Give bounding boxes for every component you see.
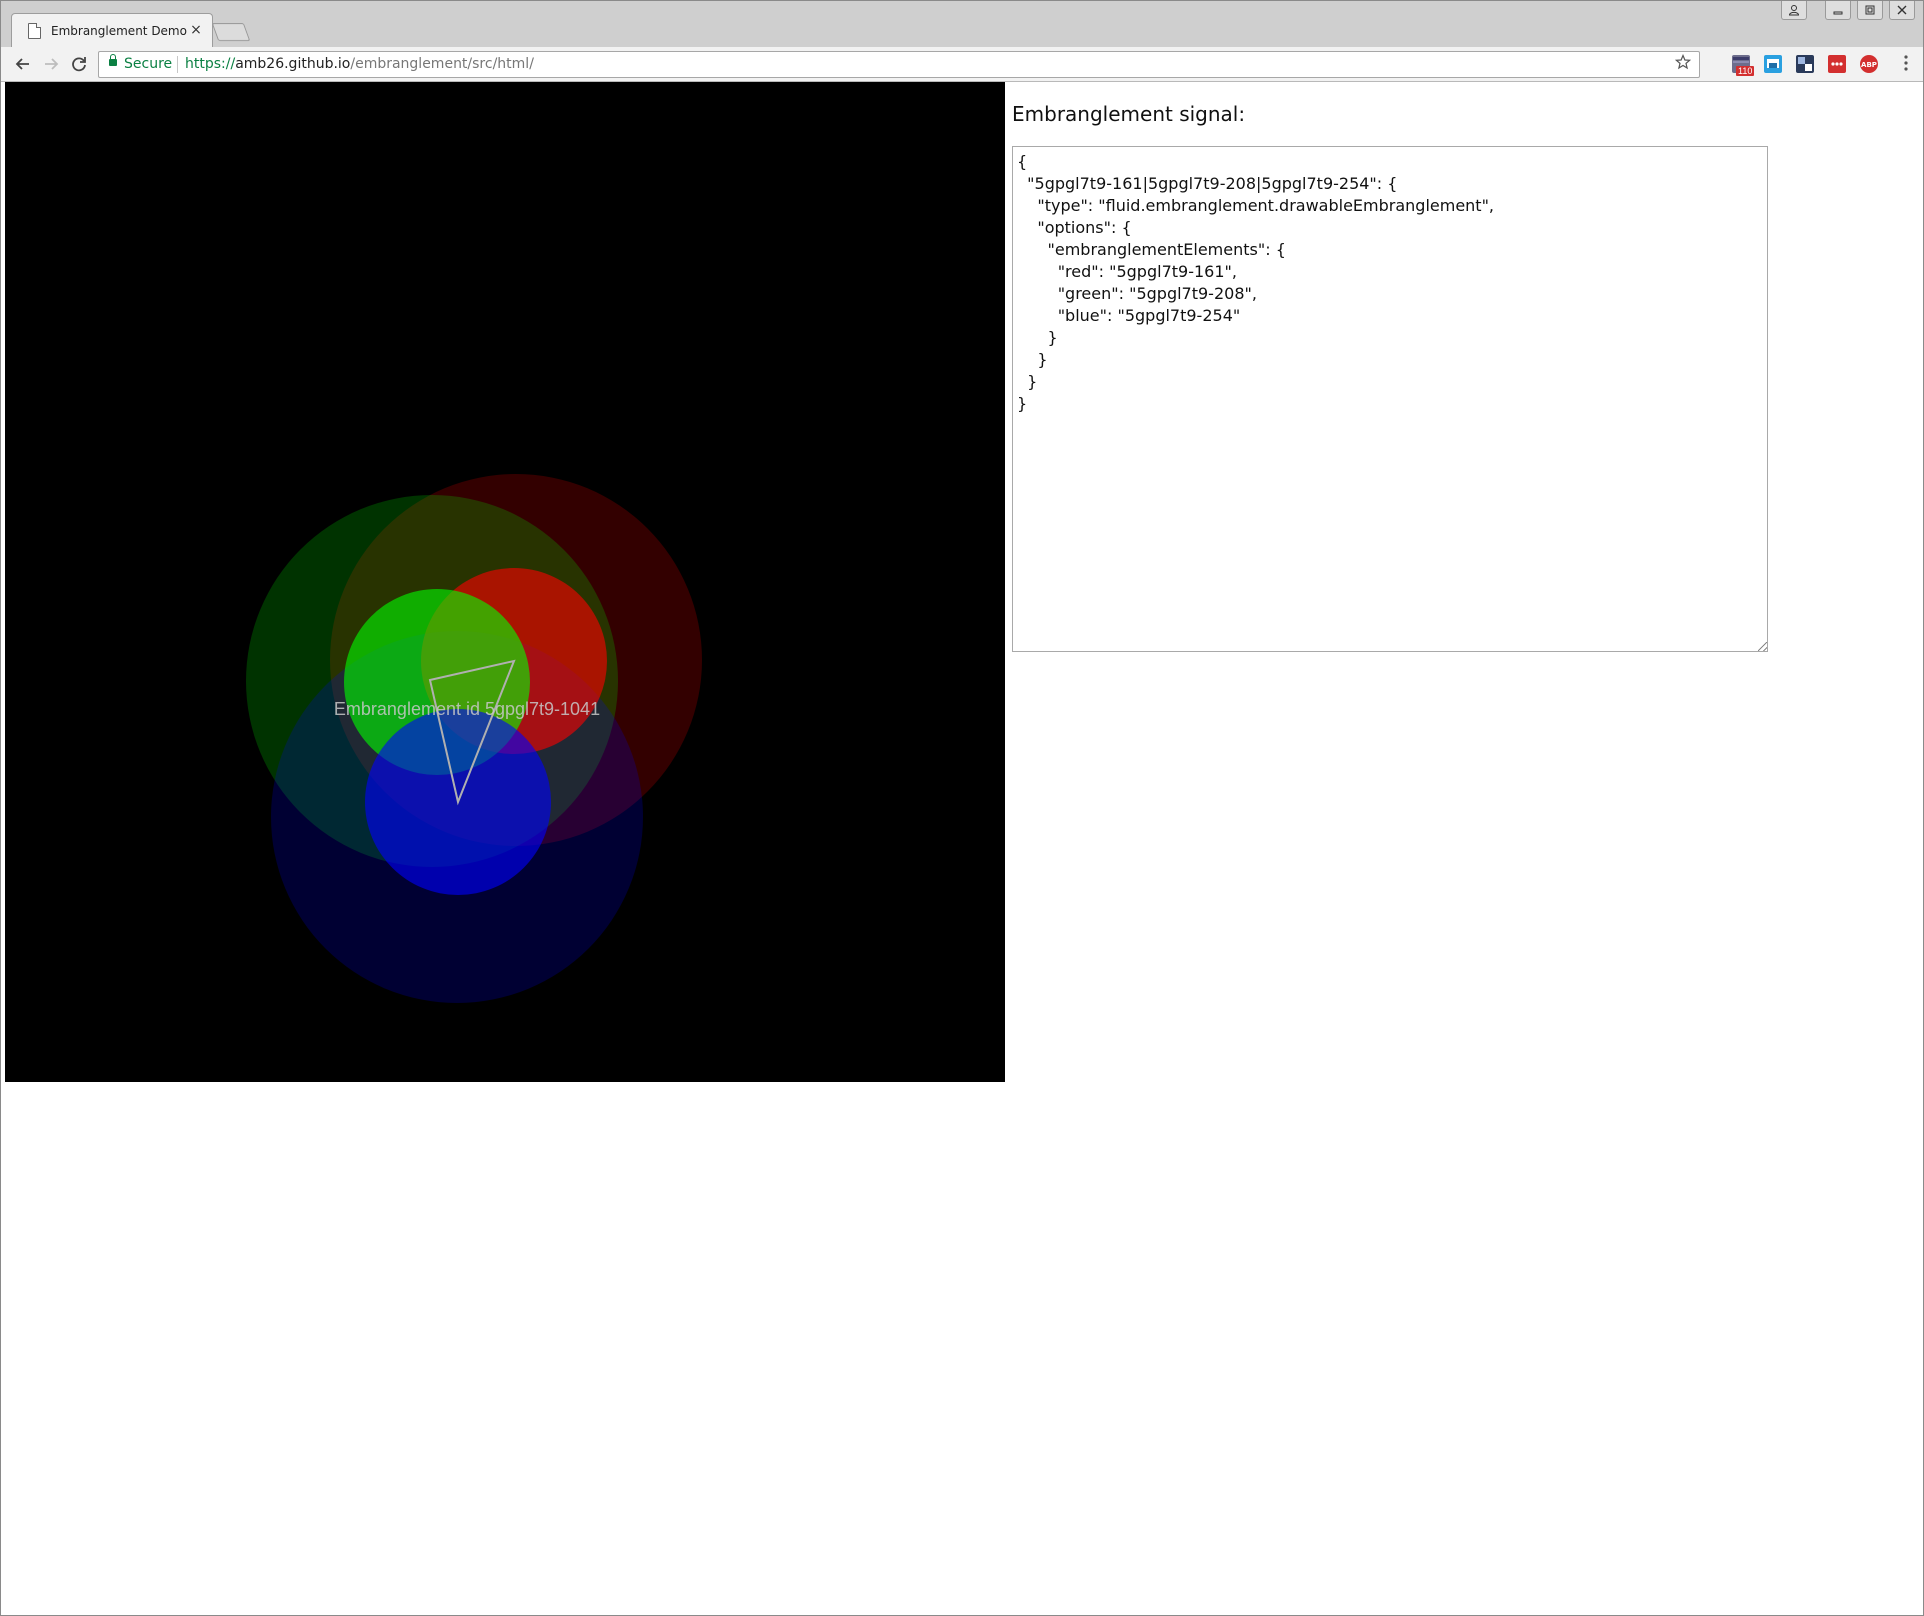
extension-badge: 110 [1736, 66, 1755, 76]
browser-toolbar: Secure https://amb26.github.io/embrangle… [1, 47, 1923, 82]
reload-icon[interactable] [68, 53, 90, 75]
kebab-menu-icon[interactable] [1903, 53, 1909, 78]
star-icon[interactable] [1674, 53, 1692, 74]
tab-embranglement-demo[interactable]: Embranglement Demo × [11, 13, 213, 48]
tab-content: Embranglement Demo [28, 22, 187, 40]
tiles-extension-icon[interactable] [1796, 55, 1814, 73]
tab-title: Embranglement Demo [51, 24, 187, 38]
page-icon [28, 23, 41, 39]
embranglement-canvas[interactable]: Embranglement id 5gpgl7t9-1041 [5, 82, 1005, 1082]
signal-json-textarea[interactable]: { "5gpgl7t9-161|5gpgl7t9-208|5gpgl7t9-25… [1012, 146, 1768, 652]
restore-icon[interactable] [1857, 1, 1883, 20]
url-host: amb26.github.io [235, 56, 351, 72]
lock-icon [109, 54, 117, 66]
address-bar[interactable]: Secure https://amb26.github.io/embrangle… [98, 51, 1700, 78]
tab-close-icon[interactable]: × [188, 22, 204, 38]
new-tab-button[interactable] [211, 23, 251, 41]
url-text[interactable]: https://amb26.github.io/embranglement/sr… [185, 56, 534, 72]
forward-arrow-icon[interactable] [40, 53, 62, 75]
back-arrow-icon[interactable] [12, 53, 34, 75]
page-content: Embranglement id 5gpgl7t9-1041 Embrangle… [1, 82, 1923, 1615]
resize-handle-icon[interactable] [1758, 642, 1767, 651]
url-path: /embranglement/src/html/ [350, 56, 534, 72]
close-window-icon[interactable] [1889, 1, 1915, 20]
tab-strip: Embranglement Demo × [1, 1, 1923, 48]
embranglement-drawing: Embranglement id 5gpgl7t9-1041 [5, 82, 1005, 1082]
url-scheme: https:// [185, 56, 236, 72]
address-separator [177, 56, 178, 73]
minimize-icon[interactable] [1825, 1, 1851, 20]
adblock-extension-icon[interactable]: ABP [1860, 55, 1878, 73]
signal-heading: Embranglement signal: [1012, 102, 1246, 126]
dots-extension-icon[interactable] [1828, 55, 1846, 73]
browser-window: Embranglement Demo × Secure https://amb2… [0, 0, 1924, 1616]
profile-icon[interactable] [1781, 1, 1807, 20]
embranglement-label: Embranglement id 5gpgl7t9-1041 [334, 699, 600, 719]
secure-label: Secure [124, 56, 173, 72]
window-controls [1781, 1, 1915, 20]
screen-extension-icon[interactable] [1764, 55, 1782, 73]
svg-text:ABP: ABP [1861, 61, 1877, 69]
